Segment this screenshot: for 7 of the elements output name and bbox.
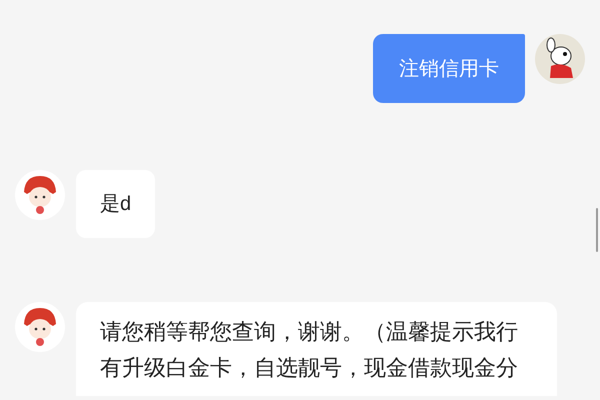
message-bubble: 请您稍等帮您查询，谢谢。（温馨提示我行有升级白金卡，自选靓号，现金借款现金分 — [76, 302, 557, 396]
avatar-icon — [15, 302, 65, 352]
message-bubble: 是d — [76, 170, 156, 238]
avatar-icon — [15, 170, 65, 220]
scrollbar[interactable] — [596, 208, 598, 252]
avatar-icon — [535, 34, 585, 84]
message-bubble: 注销信用卡 — [373, 34, 525, 103]
